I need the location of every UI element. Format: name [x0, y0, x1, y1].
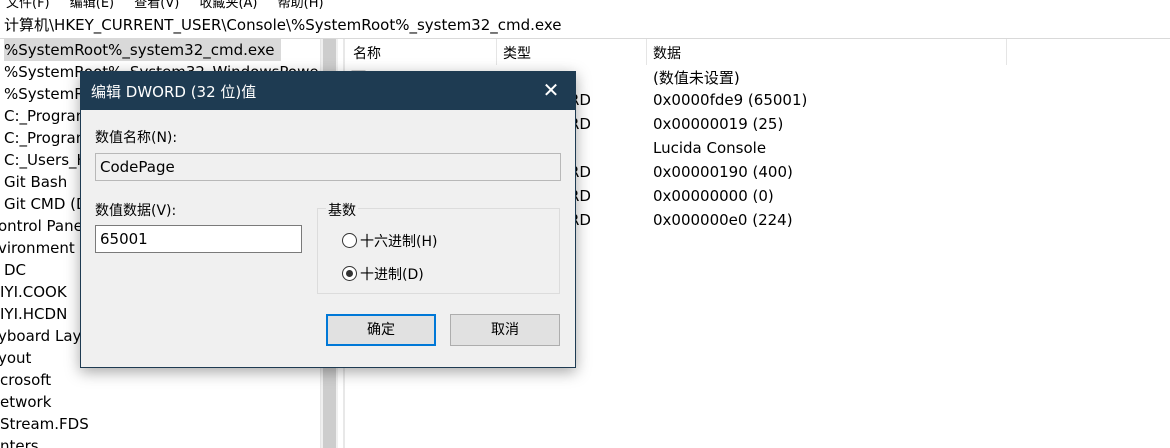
tree-item[interactable]: %SystemR — [4, 83, 85, 105]
column-separator[interactable] — [496, 39, 497, 65]
tree-item[interactable]: Git CMD (D — [4, 193, 88, 215]
tree-item[interactable]: yboard Layo — [0, 325, 91, 347]
tree-item[interactable]: C:_Users_H — [4, 149, 88, 171]
cell-data: 0x00000019 (25) — [653, 115, 784, 133]
address-path[interactable]: 计算机\HKEY_CURRENT_USER\Console\%SystemRoo… — [4, 14, 562, 35]
column-header-type[interactable]: 类型 — [503, 43, 531, 63]
tree-item[interactable]: etwork — [0, 391, 51, 413]
tree-item[interactable]: C:_Program — [4, 127, 90, 149]
tree-item[interactable]: vironment — [0, 237, 75, 259]
cancel-button[interactable]: 取消 — [450, 314, 560, 346]
close-icon[interactable]: ✕ — [541, 80, 561, 100]
cell-data: (数值未设置) — [653, 69, 740, 87]
address-bar[interactable]: 计算机\HKEY_CURRENT_USER\Console\%SystemRoo… — [0, 8, 1170, 39]
tree-item[interactable]: Stream.FDS — [0, 413, 89, 435]
tree-item[interactable]: Git Bash — [4, 171, 67, 193]
cell-data: 0x00000000 (0) — [653, 187, 774, 205]
tree-item[interactable]: yout — [0, 347, 31, 369]
dialog-title-bar[interactable]: 编辑 DWORD (32 位)值 ✕ — [81, 72, 575, 110]
radio-dec-label: 十进制(D) — [360, 267, 424, 283]
tree-item[interactable]: DC — [4, 259, 26, 281]
radio-dec-circle[interactable] — [342, 266, 357, 281]
tree-item[interactable]: nters — [0, 435, 39, 448]
radio-hexadecimal[interactable]: 十六进制(H) — [342, 231, 437, 251]
value-name-label: 数值名称(N): — [95, 130, 178, 146]
menu-bar: 文件(F) 编辑(E) 查看(V) 收藏夹(A) 帮助(H) — [0, 0, 1170, 11]
ok-button[interactable]: 确定 — [326, 314, 436, 346]
column-header-data[interactable]: 数据 — [653, 43, 681, 63]
tree-item[interactable]: %SystemRoot%_system32_cmd.exe — [4, 39, 281, 61]
radio-hex-circle[interactable] — [342, 233, 357, 248]
tree-item[interactable]: ontrol Panel — [0, 215, 87, 237]
edit-dword-dialog: 编辑 DWORD (32 位)值 ✕ 数值名称(N): CodePage 数值数… — [80, 71, 576, 368]
column-separator[interactable] — [1006, 39, 1007, 65]
dialog-title: 编辑 DWORD (32 位)值 — [91, 83, 257, 101]
tree-item[interactable]: IYI.COOK — [0, 281, 67, 303]
cell-data: Lucida Console — [653, 139, 767, 157]
base-groupbox: 基数 十六进制(H) 十进制(D) — [317, 200, 560, 294]
tree-item[interactable]: crosoft — [0, 369, 51, 391]
column-separator[interactable] — [646, 39, 647, 65]
radio-decimal[interactable]: 十进制(D) — [342, 264, 424, 284]
list-header: 名称 类型 数据 — [345, 39, 1170, 65]
tree-item[interactable]: C:_Program — [4, 105, 90, 127]
value-name-field[interactable]: CodePage — [95, 153, 561, 181]
base-label: 基数 — [326, 200, 358, 220]
cell-data: 0x00000190 (400) — [653, 163, 793, 181]
column-header-name[interactable]: 名称 — [353, 43, 381, 63]
value-data-input[interactable]: 65001 — [95, 225, 302, 253]
cell-data: 0x000000e0 (224) — [653, 211, 793, 229]
tree-item[interactable]: IYI.HCDN — [0, 303, 67, 325]
cell-data: 0x0000fde9 (65001) — [653, 91, 808, 109]
value-data-label: 数值数据(V): — [95, 203, 177, 219]
radio-hex-label: 十六进制(H) — [360, 234, 438, 250]
